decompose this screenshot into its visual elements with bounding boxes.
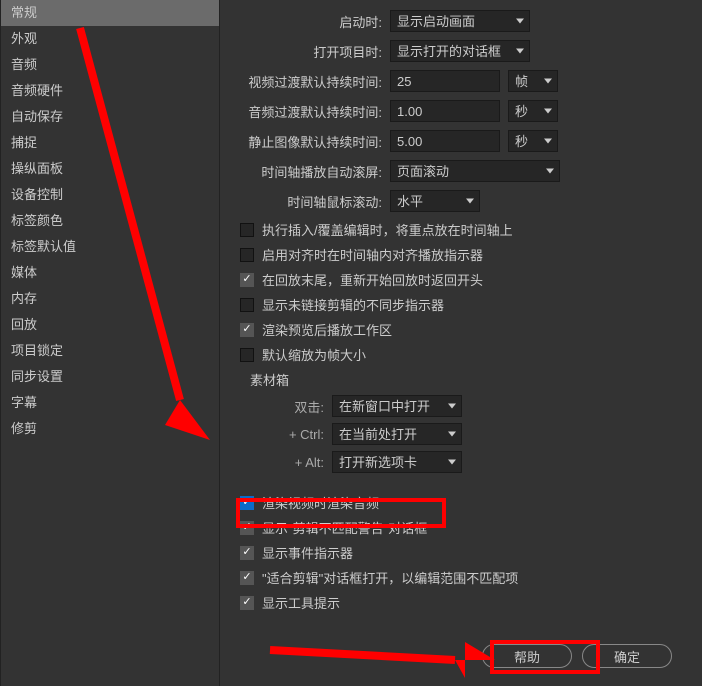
cb-unsync-indicator[interactable]: 显示未链接剪辑的不同步指示器	[240, 295, 682, 314]
timeline-autoscroll-select[interactable]: 页面滚动	[390, 160, 560, 182]
sidebar-item-control-surface[interactable]: 操纵面板	[1, 156, 219, 182]
cb-return-start[interactable]: 在回放末尾，重新开始回放时返回开头	[240, 270, 682, 289]
checkbox-label: 渲染视频时渲染音频	[262, 493, 379, 512]
checkbox-label: 显示"剪辑不匹配警告"对话框	[262, 518, 427, 537]
checkbox-icon[interactable]	[240, 521, 254, 535]
checkbox-icon[interactable]	[240, 223, 254, 237]
startup-label: 启动时:	[230, 12, 390, 31]
sidebar-item-device-control[interactable]: 设备控制	[1, 182, 219, 208]
sidebar: 常规外观音频音频硬件自动保存捕捉操纵面板设备控制标签颜色标签默认值媒体内存回放项…	[0, 0, 220, 686]
still-image-unit[interactable]: 秒	[508, 130, 558, 152]
cb-fit-clip[interactable]: "适合剪辑"对话框打开，以编辑范围不匹配项	[240, 568, 682, 587]
startup-select[interactable]: 显示启动画面	[390, 10, 530, 32]
checkbox-label: 显示未链接剪辑的不同步指示器	[262, 295, 444, 314]
bin-ctrl-select[interactable]: 在当前处打开	[332, 423, 462, 445]
checkbox-icon[interactable]	[240, 273, 254, 287]
timeline-mousewheel-select[interactable]: 水平	[390, 190, 480, 212]
video-transition-label: 视频过渡默认持续时间:	[230, 72, 390, 91]
help-button[interactable]: 帮助	[482, 644, 572, 668]
checkbox-icon[interactable]	[240, 348, 254, 362]
checkbox-label: 启用对齐时在时间轴内对齐播放指示器	[262, 245, 483, 264]
ok-button[interactable]: 确定	[582, 644, 672, 668]
video-transition-unit[interactable]: 帧	[508, 70, 558, 92]
cb-render-audio[interactable]: 渲染视频时渲染音频	[240, 493, 682, 512]
sidebar-item-audio[interactable]: 音频	[1, 52, 219, 78]
cb-clip-mismatch[interactable]: 显示"剪辑不匹配警告"对话框	[240, 518, 682, 537]
checkbox-label: 显示事件指示器	[262, 543, 353, 562]
checkbox-icon[interactable]	[240, 546, 254, 560]
cb-focus-timeline[interactable]: 执行插入/覆盖编辑时，将重点放在时间轴上	[240, 220, 682, 239]
sidebar-item-media[interactable]: 媒体	[1, 260, 219, 286]
checkbox-icon[interactable]	[240, 496, 254, 510]
bin-ctrl-label: + Ctrl:	[260, 427, 332, 442]
bin-alt-select[interactable]: 打开新选项卡	[332, 451, 462, 473]
cb-default-scale[interactable]: 默认缩放为帧大小	[240, 345, 682, 364]
audio-transition-label: 音频过渡默认持续时间:	[230, 102, 390, 121]
sidebar-item-project-lock[interactable]: 项目锁定	[1, 338, 219, 364]
sidebar-item-audio-hardware[interactable]: 音频硬件	[1, 78, 219, 104]
sidebar-item-label-defaults[interactable]: 标签默认值	[1, 234, 219, 260]
main-panel: 启动时: 显示启动画面 打开项目时: 显示打开的对话框 视频过渡默认持续时间: …	[220, 0, 702, 686]
checkbox-label: 在回放末尾，重新开始回放时返回开头	[262, 270, 483, 289]
bin-section-label: 素材箱	[250, 370, 682, 389]
still-image-label: 静止图像默认持续时间:	[230, 132, 390, 151]
cb-snap-playhead[interactable]: 启用对齐时在时间轴内对齐播放指示器	[240, 245, 682, 264]
checkbox-label: "适合剪辑"对话框打开，以编辑范围不匹配项	[262, 568, 518, 587]
sidebar-item-autosave[interactable]: 自动保存	[1, 104, 219, 130]
checkbox-icon[interactable]	[240, 596, 254, 610]
sidebar-item-memory[interactable]: 内存	[1, 286, 219, 312]
checkbox-label: 渲染预览后播放工作区	[262, 320, 392, 339]
checkbox-label: 默认缩放为帧大小	[262, 345, 366, 364]
sidebar-item-sync-settings[interactable]: 同步设置	[1, 364, 219, 390]
sidebar-item-label-colors[interactable]: 标签颜色	[1, 208, 219, 234]
checkbox-label: 显示工具提示	[262, 593, 340, 612]
checkbox-icon[interactable]	[240, 298, 254, 312]
bin-alt-label: + Alt:	[260, 455, 332, 470]
checkbox-icon[interactable]	[240, 571, 254, 585]
timeline-mousewheel-label: 时间轴鼠标滚动:	[230, 192, 390, 211]
bin-doubleclick-label: 双击:	[260, 397, 332, 416]
sidebar-item-appearance[interactable]: 外观	[1, 26, 219, 52]
cb-event-indicator[interactable]: 显示事件指示器	[240, 543, 682, 562]
cb-play-after-render[interactable]: 渲染预览后播放工作区	[240, 320, 682, 339]
open-project-select[interactable]: 显示打开的对话框	[390, 40, 530, 62]
still-image-input[interactable]	[390, 130, 500, 152]
checkbox-icon[interactable]	[240, 323, 254, 337]
checkbox-icon[interactable]	[240, 248, 254, 262]
cb-tooltips[interactable]: 显示工具提示	[240, 593, 682, 612]
bin-doubleclick-select[interactable]: 在新窗口中打开	[332, 395, 462, 417]
video-transition-input[interactable]	[390, 70, 500, 92]
audio-transition-unit[interactable]: 秒	[508, 100, 558, 122]
sidebar-item-captions[interactable]: 字幕	[1, 390, 219, 416]
audio-transition-input[interactable]	[390, 100, 500, 122]
checkbox-label: 执行插入/覆盖编辑时，将重点放在时间轴上	[262, 220, 513, 239]
timeline-autoscroll-label: 时间轴播放自动滚屏:	[230, 162, 390, 181]
sidebar-item-trim[interactable]: 修剪	[1, 416, 219, 442]
sidebar-item-general[interactable]: 常规	[1, 0, 219, 26]
sidebar-item-playback[interactable]: 回放	[1, 312, 219, 338]
sidebar-item-capture[interactable]: 捕捉	[1, 130, 219, 156]
open-project-label: 打开项目时:	[230, 42, 390, 61]
